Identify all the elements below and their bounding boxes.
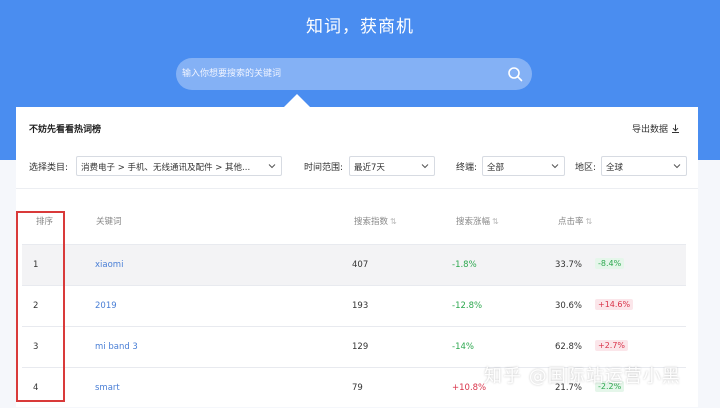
col-ctr-label: 点击率 (558, 217, 584, 227)
search-bar[interactable] (176, 58, 532, 90)
keyword-link[interactable]: 2019 (95, 301, 117, 311)
click-rate-change: +14.6% (595, 299, 634, 310)
time-value: 最近7天 (354, 163, 385, 173)
search-pointer (284, 94, 310, 107)
search-growth: -12.8% (452, 301, 483, 311)
col-growth-label: 搜索涨幅 (456, 217, 491, 227)
click-rate-change: +2.7% (595, 340, 629, 351)
click-rate: 62.8% (555, 342, 583, 352)
export-button[interactable]: 导出数据 (632, 122, 680, 135)
sort-icon[interactable]: ⇅ (492, 217, 499, 226)
page-title: 知词，获商机 (306, 17, 414, 37)
channel-value: 全部 (487, 163, 505, 173)
table-row[interactable]: 1 xiaomi 407 -1.8% 33.7% -8.4% (22, 244, 686, 285)
watermark: 知乎 @国际站运营小黑 (484, 366, 681, 387)
click-rate: 33.7% (555, 260, 583, 270)
table-row[interactable]: 2 2019 193 -12.8% 30.6% +14.6% (22, 285, 686, 326)
keyword-link[interactable]: xiaomi (95, 260, 123, 270)
keyword-link[interactable]: mi band 3 (95, 342, 138, 352)
col-keyword: 关键词 (96, 217, 122, 227)
search-growth: -1.8% (452, 260, 477, 270)
chevron-down-icon (421, 164, 429, 169)
search-index: 79 (352, 383, 363, 393)
export-label: 导出数据 (631, 125, 668, 135)
rank-column-highlight (16, 211, 65, 402)
region-select[interactable]: 全球 (601, 156, 687, 176)
table-row[interactable]: 3 mi band 3 129 -14% 62.8% +2.7% (22, 326, 686, 367)
region-value: 全球 (606, 163, 624, 173)
sort-icon[interactable]: ⇅ (586, 217, 593, 226)
region-label: 地区: (575, 163, 597, 173)
search-index: 407 (352, 260, 369, 270)
search-input[interactable] (182, 58, 502, 90)
keyword-link[interactable]: smart (95, 383, 120, 393)
search-growth: +10.8% (452, 383, 487, 393)
category-label: 选择类目: (29, 163, 69, 173)
col-search-index-label: 搜索指数 (354, 217, 389, 227)
table-header: 排序 关键词 搜索指数 ⇅ 搜索涨幅 ⇅ 点击率 ⇅ (16, 189, 698, 244)
filter-bar: 选择类目: 消费电子 > 手机、无线通讯及配件 > 其他... 时间范围: 最近… (29, 156, 689, 176)
col-ctr[interactable]: 点击率 ⇅ (558, 215, 593, 228)
chevron-down-icon (673, 164, 681, 169)
chevron-down-icon (551, 164, 559, 169)
sort-icon[interactable]: ⇅ (390, 217, 397, 226)
col-growth[interactable]: 搜索涨幅 ⇅ (456, 215, 499, 228)
search-icon[interactable] (507, 66, 523, 82)
channel-label: 终端: (456, 163, 478, 173)
category-select[interactable]: 消费电子 > 手机、无线通讯及配件 > 其他... (76, 156, 282, 176)
channel-select[interactable]: 全部 (482, 156, 565, 176)
search-growth: -14% (452, 342, 474, 352)
click-rate-change: -8.4% (595, 258, 625, 269)
panel-title: 不妨先看看热词榜 (29, 125, 102, 135)
category-value: 消费电子 > 手机、无线通讯及配件 > 其他... (81, 163, 251, 173)
chevron-down-icon (268, 164, 276, 169)
time-select[interactable]: 最近7天 (349, 156, 435, 176)
click-rate: 30.6% (555, 301, 583, 311)
col-search-index[interactable]: 搜索指数 ⇅ (354, 215, 397, 228)
search-index: 193 (352, 301, 369, 311)
download-icon (672, 124, 679, 133)
time-label: 时间范围: (304, 163, 344, 173)
search-index: 129 (352, 342, 369, 352)
